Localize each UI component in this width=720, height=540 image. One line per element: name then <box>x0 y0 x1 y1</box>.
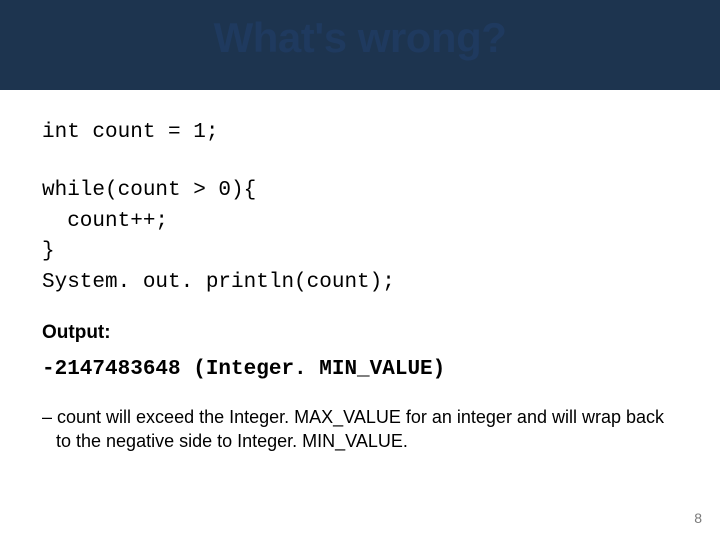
output-label: Output: <box>42 322 678 344</box>
output-value: -2147483648 (Integer. MIN_VALUE) <box>42 358 678 381</box>
slide-content: int count = 1; while(count > 0){ count++… <box>0 90 720 454</box>
page-number: 8 <box>694 510 702 526</box>
code-line-2: while(count > 0){ <box>42 176 678 206</box>
code-line-5: System. out. println(count); <box>42 268 678 298</box>
code-line-3: count++; <box>42 207 678 237</box>
explanation-text: – count will exceed the Integer. MAX_VAL… <box>42 405 678 454</box>
code-line-4: } <box>42 237 678 267</box>
code-line-1: int count = 1; <box>42 118 678 148</box>
slide-title: What's wrong? <box>0 14 720 62</box>
